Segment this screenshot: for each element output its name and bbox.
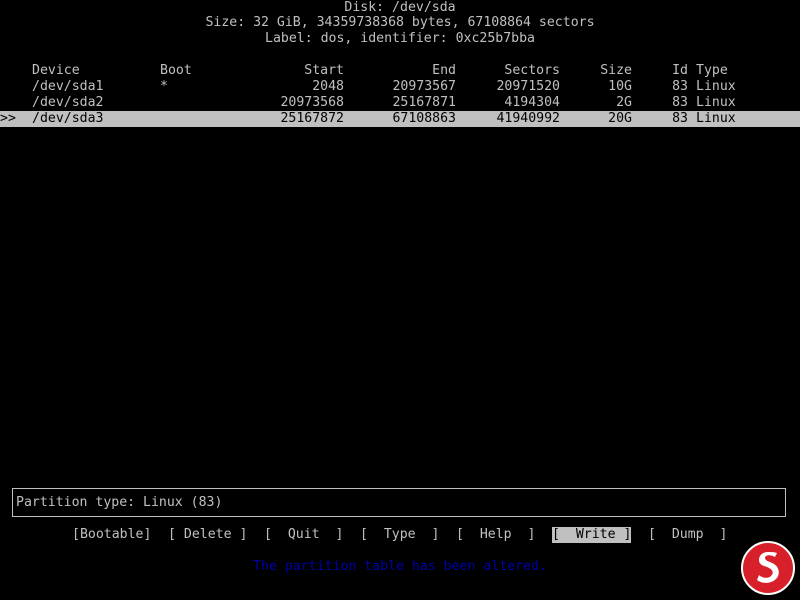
row-boot: * [160,79,168,94]
write-button[interactable]: [ Write ] [552,527,632,543]
row-end: 20973567 [392,79,456,94]
selection-marker: >> [0,111,16,126]
bootable-button[interactable]: [Bootable] [72,527,151,543]
row-sectors: 4194304 [504,95,560,110]
partition-row[interactable]: /dev/sda2 20973568 25167871 4194304 2G 8… [0,95,800,111]
row-device: /dev/sda2 [32,95,104,110]
dump-button[interactable]: [ Dump ] [648,527,727,543]
row-sectors: 20971520 [496,79,560,94]
row-device: /dev/sda1 [32,79,104,94]
row-id: 83 [672,79,688,94]
disk-size-info: Size: 32 GiB, 34359738368 bytes, 6710886… [205,15,595,30]
delete-button[interactable]: [ Delete ] [168,527,247,543]
column-start: Start [304,63,344,78]
column-device: Device [32,63,80,78]
row-size: 2G [616,95,632,110]
type-button[interactable]: [ Type ] [360,527,439,543]
column-boot: Boot [160,63,192,78]
column-type: Type [696,63,728,78]
column-sectors: Sectors [504,63,560,78]
row-size: 10G [608,79,632,94]
partition-row[interactable]: /dev/sda1 * 2048 20973567 20971520 10G 8… [0,79,800,95]
partition-row-selected[interactable]: >> /dev/sda3 25167872 67108863 41940992 … [0,111,800,127]
row-type: Linux [696,111,736,126]
disk-title: Disk: /dev/sda [344,0,456,15]
help-button[interactable]: [ Help ] [456,527,535,543]
row-start: 25167872 [280,111,344,126]
row-device: /dev/sda3 [32,111,104,126]
row-id: 83 [672,111,688,126]
row-sectors: 41940992 [496,111,560,126]
quit-button[interactable]: [ Quit ] [264,527,343,543]
row-start: 20973568 [280,95,344,110]
row-end: 67108863 [392,111,456,126]
disk-label-info: Label: dos, identifier: 0xc25b7bba [265,31,535,46]
row-size: 20G [608,111,632,126]
row-type: Linux [696,95,736,110]
status-message: The partition table has been altered. [253,559,547,574]
partition-info-panel: Partition type: Linux (83) [12,488,786,517]
column-size: Size [600,63,632,78]
row-type: Linux [696,79,736,94]
row-id: 83 [672,95,688,110]
row-start: 2048 [312,79,344,94]
table-header: Device Boot Start End Sectors Size Id Ty… [0,63,800,79]
column-id: Id [672,63,688,78]
round-red-logo-icon [741,541,795,595]
row-end: 25167871 [392,95,456,110]
partition-type-text: Partition type: Linux (83) [16,495,223,510]
column-end: End [432,63,456,78]
